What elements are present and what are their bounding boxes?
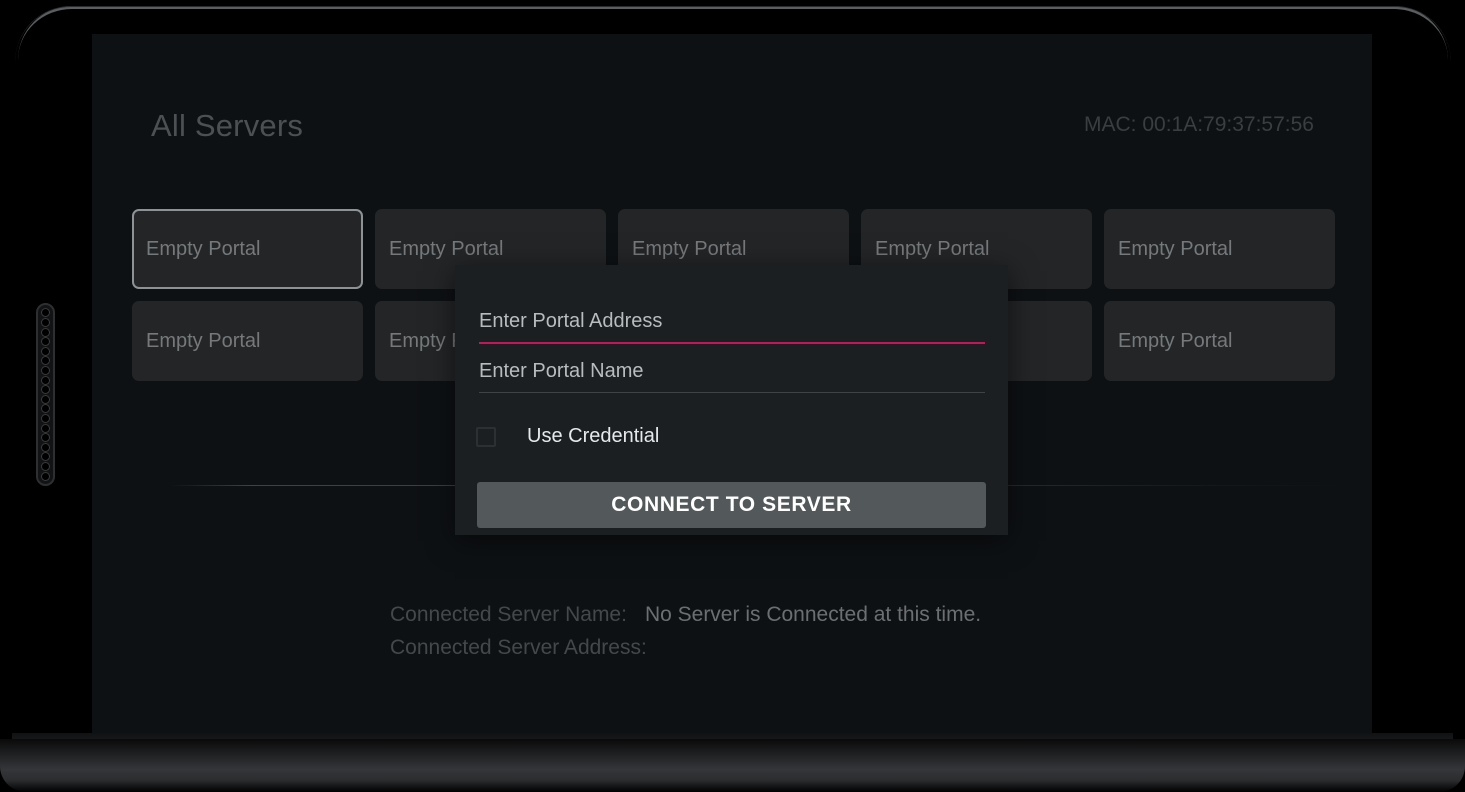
connected-server-name-row: Connected Server Name: No Server is Conne…	[390, 598, 981, 631]
use-credential-checkbox[interactable]	[476, 426, 496, 447]
connected-server-address-label: Connected Server Address:	[390, 636, 647, 659]
speaker-grille-icon	[36, 303, 55, 486]
add-portal-dialog: Enter Portal Address Enter Portal Name U…	[455, 265, 1008, 535]
portal-tile-1[interactable]: Empty Portal	[132, 209, 363, 289]
portal-address-field[interactable]: Enter Portal Address	[479, 310, 985, 344]
page-title: All Servers	[151, 108, 304, 143]
portal-address-input[interactable]: Enter Portal Address	[479, 310, 985, 342]
portal-tile-label: Empty Portal	[1118, 329, 1233, 352]
portal-tile-label: Empty Portal	[389, 237, 504, 260]
screen: All Servers MAC: 00:1A:79:37:57:56 Empty…	[92, 34, 1372, 748]
use-credential-label: Use Credential	[527, 425, 660, 447]
device-frame: All Servers MAC: 00:1A:79:37:57:56 Empty…	[0, 0, 1465, 792]
connection-status: Connected Server Name: No Server is Conne…	[390, 598, 981, 664]
portal-tile-label: Empty Portal	[632, 237, 747, 260]
connected-server-name-label: Connected Server Name:	[390, 603, 627, 626]
portal-name-input[interactable]: Enter Portal Name	[479, 360, 985, 392]
portal-tile-10[interactable]: Empty Portal	[1104, 301, 1335, 381]
connect-to-server-button[interactable]: CONNECT TO SERVER	[477, 482, 986, 528]
portal-tile-label: Empty Portal	[146, 329, 261, 352]
portal-name-underline	[479, 392, 985, 393]
mac-address-label: MAC: 00:1A:79:37:57:56	[1084, 113, 1314, 136]
connected-server-name-value: No Server is Connected at this time.	[644, 603, 982, 626]
portal-tile-label: Empty Portal	[875, 237, 990, 260]
portal-tile-5[interactable]: Empty Portal	[1104, 209, 1335, 289]
portal-tile-6[interactable]: Empty Portal	[132, 301, 363, 381]
portal-name-field[interactable]: Enter Portal Name	[479, 360, 985, 393]
device-base	[0, 739, 1465, 792]
portal-tile-label: Empty Portal	[146, 237, 261, 260]
portal-address-underline	[479, 342, 985, 344]
connected-server-address-row: Connected Server Address:	[390, 631, 981, 664]
use-credential-row[interactable]: Use Credential	[476, 425, 659, 448]
portal-tile-label: Empty Portal	[1118, 237, 1233, 260]
